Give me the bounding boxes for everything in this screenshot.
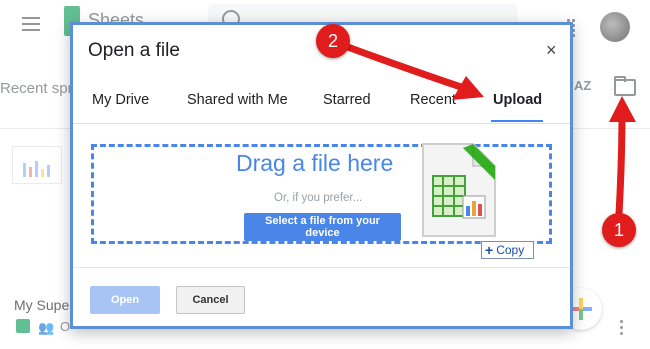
- drag-file-text: Drag a file here: [236, 150, 394, 176]
- annotation-badge-1: 1: [602, 213, 636, 247]
- copy-label: Copy: [496, 243, 525, 257]
- open-button[interactable]: Open: [90, 286, 160, 314]
- tab-recent[interactable]: Recent: [410, 92, 456, 108]
- copy-drag-tooltip: + Copy: [481, 241, 534, 259]
- spreadsheet-file-icon: [422, 143, 496, 237]
- select-file-button[interactable]: Select a file from your device: [244, 213, 401, 241]
- dialog-title: Open a file: [88, 40, 180, 61]
- active-tab-indicator: [491, 120, 543, 122]
- prefer-text: Or, if you prefer...: [274, 192, 363, 204]
- tab-my-drive[interactable]: My Drive: [92, 92, 149, 108]
- cancel-button[interactable]: Cancel: [176, 286, 245, 314]
- plus-icon: +: [485, 242, 494, 258]
- tab-starred[interactable]: Starred: [323, 92, 371, 108]
- tab-shared-with-me[interactable]: Shared with Me: [187, 92, 288, 108]
- tabs-divider: [73, 123, 570, 124]
- footer-divider: [73, 267, 570, 268]
- tab-upload[interactable]: Upload: [493, 92, 542, 108]
- annotation-badge-2: 2: [316, 24, 350, 58]
- close-icon[interactable]: ×: [546, 40, 557, 61]
